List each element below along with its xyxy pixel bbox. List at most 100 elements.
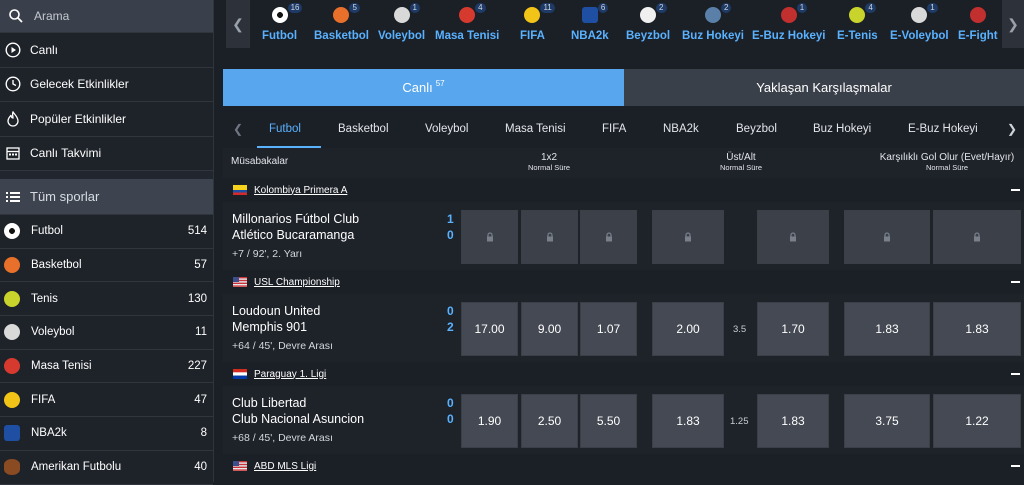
count-badge: 1 [796, 3, 808, 13]
top-sport-e-fight[interactable]: E-Fight [958, 6, 998, 46]
subtab-masa-tenisi[interactable]: Masa Tenisi [505, 123, 566, 135]
subtab-nba2k[interactable]: NBA2k [663, 123, 699, 135]
top-sport-futbol[interactable]: 16 Futbol [262, 3, 303, 46]
odd-button-2[interactable]: 5.50 [580, 394, 637, 448]
odd-button-btts-yes[interactable] [844, 210, 930, 264]
sport-count: 227 [187, 360, 207, 373]
sport-name: Futbol [31, 225, 63, 238]
odd-button-2[interactable]: 1.07 [580, 302, 637, 356]
top-sport-e-voleybol[interactable]: 1 E-Voleybol [890, 3, 949, 46]
all-sports-header[interactable]: Tüm sporlar [0, 179, 213, 215]
odd-button-btts-no[interactable]: 1.22 [933, 394, 1021, 448]
odd-button-btts-no[interactable] [933, 210, 1021, 264]
search-bar[interactable] [0, 0, 213, 33]
sidebar-item-nba2k[interactable]: NBA2k 8 [0, 417, 213, 451]
top-sport-voleybol[interactable]: 1 Voleybol [378, 3, 425, 46]
menu-item-live[interactable]: Canlı [0, 33, 213, 68]
sport-count: 57 [194, 259, 207, 272]
collapse-icon[interactable] [1011, 373, 1020, 375]
sidebar-item-tenis[interactable]: Tenis 130 [0, 282, 213, 317]
all-sports-label: Tüm sporlar [30, 189, 100, 204]
sidebar-item-futbol[interactable]: Futbol 514 [0, 215, 213, 249]
match-row[interactable]: Loudoun United Memphis 901 0 2 +64 / 45'… [223, 294, 1024, 362]
top-sport-basketbol[interactable]: 5 Basketbol [314, 3, 369, 46]
league-header[interactable]: Kolombiya Primera A [223, 178, 1024, 202]
odd-button-x[interactable]: 9.00 [521, 302, 578, 356]
lock-icon [685, 232, 691, 242]
top-sport-masa-tenisi[interactable]: 4 Masa Tenisi [435, 3, 499, 46]
odd-button-1[interactable]: 17.00 [461, 302, 518, 356]
top-sport-label: E-Buz Hokeyi [752, 30, 826, 42]
total-line-value: 1.25 [730, 416, 749, 427]
sport-count: 11 [195, 326, 207, 339]
menu-item-label: Gelecek Etkinlikler [30, 77, 129, 92]
odd-button-over[interactable]: 2.00 [652, 302, 724, 356]
odd-button-x[interactable] [521, 210, 578, 264]
match-row[interactable]: Millonarios Fútbol Club Atlético Bucaram… [223, 202, 1024, 270]
league-name[interactable]: ABD MLS Ligi [254, 461, 316, 472]
odd-button-1[interactable] [461, 210, 518, 264]
top-sport-fifa[interactable]: 11 FIFA [520, 3, 555, 46]
odd-button-btts-yes[interactable]: 3.75 [844, 394, 930, 448]
clock-icon [4, 75, 22, 93]
subtab-voleybol[interactable]: Voleybol [425, 123, 468, 135]
subtab-e-buz-hokeyi[interactable]: E-Buz Hokeyi [908, 123, 978, 135]
collapse-icon[interactable] [1011, 465, 1020, 467]
sidebar-item-fifa[interactable]: FIFA 47 [0, 383, 213, 418]
menu-item-live-calendar[interactable]: Canlı Takvimi [0, 136, 213, 171]
league-name[interactable]: Paraguay 1. Ligi [254, 369, 326, 380]
match-row[interactable]: Club Libertad Club Nacional Asuncion 0 0… [223, 386, 1024, 454]
sport-name: Voleybol [31, 326, 75, 339]
lock-icon [884, 232, 890, 242]
top-sport-e-buz-hokeyi[interactable]: 1 E-Buz Hokeyi [752, 3, 826, 46]
collapse-icon[interactable] [1011, 281, 1020, 283]
subtab-fifa[interactable]: FIFA [602, 123, 626, 135]
subtab-beyzbol[interactable]: Beyzbol [736, 123, 777, 135]
sport-name: FIFA [31, 393, 56, 406]
sidebar-item-voleybol[interactable]: Voleybol 11 [0, 316, 213, 350]
odd-button-over[interactable] [652, 210, 724, 264]
menu-item-label: Popüler Etkinlikler [30, 111, 127, 126]
away-score: 0 [447, 412, 454, 426]
league-name[interactable]: Kolombiya Primera A [254, 185, 347, 196]
odd-button-1[interactable]: 1.90 [461, 394, 518, 448]
top-sport-e-tenis[interactable]: 4 E-Tenis [837, 3, 878, 46]
tab-live[interactable]: Canlı 57 [223, 69, 624, 106]
search-input[interactable] [34, 9, 194, 23]
odd-button-under[interactable] [757, 210, 829, 264]
top-sport-nba2k[interactable]: 6 NBA2k [571, 3, 609, 46]
league-header[interactable]: USL Championship [223, 270, 1024, 294]
chevron-left-icon[interactable]: ❮ [226, 0, 250, 48]
odd-button-x[interactable]: 2.50 [521, 394, 578, 448]
count-badge: 5 [349, 3, 360, 13]
subtab-basketbol[interactable]: Basketbol [338, 123, 389, 135]
top-sport-buz-hokeyi[interactable]: 2 Buz Hokeyi [682, 3, 744, 46]
league-name[interactable]: USL Championship [254, 277, 340, 288]
sidebar-item-amerikan-futbolu[interactable]: Amerikan Futbolu 40 [0, 450, 213, 485]
odd-button-2[interactable] [580, 210, 637, 264]
top-sport-label: E-Voleybol [890, 30, 949, 42]
odd-button-under[interactable]: 1.83 [757, 394, 829, 448]
odd-button-btts-no[interactable]: 1.83 [933, 302, 1021, 356]
e-ice-hockey-icon [780, 7, 797, 23]
collapse-icon[interactable] [1011, 189, 1020, 191]
subtab-buz-hokeyi[interactable]: Buz Hokeyi [813, 123, 871, 135]
menu-item-popular[interactable]: Popüler Etkinlikler [0, 102, 213, 137]
tennis-ball-icon [4, 290, 20, 307]
sidebar-item-basketbol[interactable]: Basketbol 57 [0, 248, 213, 283]
sport-name: Masa Tenisi [31, 360, 92, 373]
tab-upcoming[interactable]: Yaklaşan Karşılaşmalar [624, 69, 1024, 106]
odd-button-btts-yes[interactable]: 1.83 [844, 302, 930, 356]
chevron-right-icon[interactable]: ❯ [1002, 0, 1024, 48]
subtab-futbol[interactable]: Futbol [269, 123, 301, 135]
top-sport-beyzbol[interactable]: 2 Beyzbol [626, 3, 670, 46]
odd-button-under[interactable]: 1.70 [757, 302, 829, 356]
menu-item-upcoming[interactable]: Gelecek Etkinlikler [0, 67, 213, 102]
odd-button-over[interactable]: 1.83 [652, 394, 724, 448]
league-header[interactable]: ABD MLS Ligi [223, 454, 1024, 478]
sidebar-item-masa-tenisi[interactable]: Masa Tenisi 227 [0, 349, 213, 384]
count-badge: 16 [287, 3, 303, 13]
chevron-right-icon[interactable]: ❯ [1007, 122, 1017, 136]
chevron-left-icon[interactable]: ❮ [233, 122, 243, 136]
league-header[interactable]: Paraguay 1. Ligi [223, 362, 1024, 386]
